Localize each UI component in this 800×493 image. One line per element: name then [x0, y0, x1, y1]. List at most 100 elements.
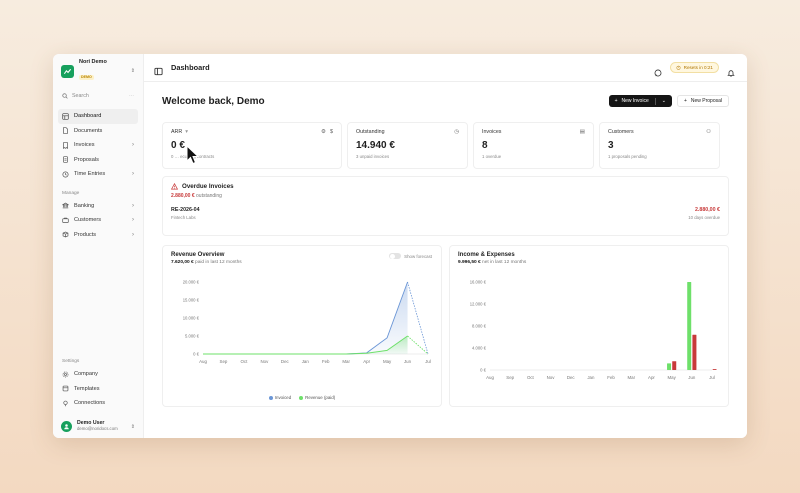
page-title: Dashboard	[171, 63, 210, 72]
x-tick-label: Jun	[688, 375, 696, 380]
invoice-customer: Fintech Labs	[171, 215, 196, 220]
reset-timer-badge: Resets in 0:21	[669, 62, 719, 73]
users-icon: ⚇	[706, 129, 711, 135]
x-tick-label: May	[383, 359, 392, 364]
new-proposal-button[interactable]: + New Proposal	[676, 95, 729, 107]
y-tick-label: 4.000 €	[472, 346, 487, 351]
stat-card-invoices[interactable]: Invoices 8 1 overdue ▤	[473, 122, 594, 169]
sidebar-item-company[interactable]: Company	[58, 367, 138, 382]
invoiced-area	[203, 282, 408, 354]
overdue-invoice-row[interactable]: RE-2026-04 Fintech Labs 2.880,00 € 10 da…	[171, 207, 720, 220]
x-tick-label: Nov	[260, 359, 269, 364]
sidebar-item-documents[interactable]: Documents	[58, 124, 138, 139]
x-tick-label: May	[667, 375, 676, 380]
invoiced-forecast-line	[407, 281, 429, 355]
proposal-icon	[62, 156, 69, 163]
sidebar-item-label: Customers	[74, 217, 102, 224]
search-input[interactable]: Search ⋯	[58, 90, 138, 102]
document-icon: ▤	[579, 129, 585, 135]
x-tick-label: Sep	[220, 359, 228, 364]
y-tick-label: 5.000 €	[185, 334, 200, 339]
stat-card-outstanding[interactable]: Outstanding 14.940 € 3 unpaid invoices ◷	[347, 122, 468, 169]
avatar	[61, 421, 72, 432]
main-nav: Dashboard Documents Invoices › Proposals…	[58, 109, 138, 242]
sidebar-toggle-icon[interactable]	[154, 63, 163, 76]
sidebar-item-invoices[interactable]: Invoices ›	[58, 138, 138, 153]
org-switcher[interactable]: Nori Demo DEMO ⇕	[58, 60, 138, 82]
template-icon	[62, 385, 69, 392]
sidebar-item-label: Company	[74, 371, 98, 378]
x-tick-label: Jul	[425, 359, 431, 364]
income-bar	[667, 363, 672, 370]
x-tick-label: Aug	[486, 375, 494, 380]
app-window: Nori Demo DEMO ⇕ Search ⋯ Dashboard Docu…	[53, 54, 747, 438]
stat-sub: 3 unpaid invoices	[356, 154, 390, 159]
stat-card-customers[interactable]: Customers 3 1 proposals pending ⚇	[599, 122, 720, 169]
chevron-right-icon: ›	[132, 217, 134, 224]
stat-label: Invoices	[482, 129, 502, 135]
sidebar-item-connections[interactable]: Connections	[58, 396, 138, 411]
forecast-label: Show forecast	[404, 253, 432, 259]
sidebar-item-label: Proposals	[74, 156, 99, 163]
chart-subtitle: 7.620,00 € paid in last 12 months	[171, 260, 242, 265]
x-tick-label: Feb	[322, 359, 330, 364]
search-shortcut: ⋯	[129, 93, 134, 99]
paid-forecast-line	[407, 335, 429, 355]
welcome-heading: Welcome back, Demo	[162, 95, 265, 107]
sidebar-item-time-entries[interactable]: Time Entries ›	[58, 167, 138, 182]
reset-timer-label: Resets in 0:21	[683, 65, 713, 70]
settings-nav: Settings Company Templates Connections	[58, 359, 138, 411]
x-tick-label: Jul	[709, 375, 715, 380]
y-tick-label: 20.000 €	[183, 280, 200, 285]
search-placeholder: Search	[72, 93, 89, 99]
sidebar-item-products[interactable]: Products ›	[58, 228, 138, 243]
forecast-switch[interactable]	[389, 253, 402, 259]
chevron-updown-icon: ⇕	[130, 68, 135, 74]
clock-icon	[62, 171, 69, 178]
x-tick-label: Dec	[281, 359, 290, 364]
expense-bar	[712, 369, 717, 370]
user-menu[interactable]: Demo User demo@noridocs.com ⇕	[58, 420, 138, 432]
overdue-title: Overdue Invoices	[171, 183, 720, 190]
y-tick-label: 8.000 €	[472, 324, 487, 329]
stat-value: 8	[482, 140, 488, 151]
expense-bar	[692, 334, 697, 370]
warning-icon	[171, 183, 178, 190]
chart-title: Income & Expenses	[458, 252, 515, 258]
overdue-total: 2.880,00 € outstanding	[171, 193, 222, 199]
new-proposal-label: New Proposal	[690, 98, 722, 104]
sidebar-item-dashboard[interactable]: Dashboard	[58, 109, 138, 124]
chat-icon[interactable]	[654, 64, 662, 76]
sidebar-item-label: Templates	[74, 385, 100, 392]
x-tick-label: Jun	[404, 359, 412, 364]
income-bar	[687, 282, 692, 370]
sidebar-item-customers[interactable]: Customers ›	[58, 213, 138, 228]
section-label-settings: Settings	[62, 359, 80, 364]
y-tick-label: 15.000 €	[183, 298, 200, 303]
new-invoice-label: New Invoice	[621, 98, 649, 104]
stat-label: ARR ▾	[171, 129, 188, 135]
sidebar-item-proposals[interactable]: Proposals	[58, 153, 138, 168]
user-email: demo@noridocs.com	[77, 426, 118, 432]
bell-icon[interactable]	[727, 64, 735, 77]
chevron-right-icon: ›	[132, 142, 134, 149]
settings-icon[interactable]: ⚙	[321, 129, 326, 135]
x-tick-label: Oct	[240, 359, 248, 364]
new-invoice-button[interactable]: + New Invoice ⌄	[608, 95, 672, 107]
stat-label: Outstanding	[356, 129, 385, 135]
chevron-right-icon: ›	[132, 202, 134, 209]
sidebar-item-banking[interactable]: Banking ›	[58, 199, 138, 214]
chevron-down-icon[interactable]: ⌄	[662, 98, 666, 104]
sidebar-item-label: Dashboard	[74, 113, 102, 120]
sidebar-item-templates[interactable]: Templates	[58, 382, 138, 397]
gear-icon	[62, 371, 69, 378]
invoice-days-overdue: 10 days overdue	[688, 215, 720, 220]
sidebar-item-label: Products	[74, 231, 97, 238]
link-icon	[62, 400, 69, 407]
forecast-toggle[interactable]: Show forecast	[389, 253, 432, 259]
legend-paid: Revenue (paid)	[299, 395, 335, 400]
dollar-icon[interactable]: $	[330, 129, 333, 135]
x-tick-label: Nov	[547, 375, 556, 380]
x-tick-label: Dec	[567, 375, 576, 380]
org-name: Nori Demo	[79, 59, 107, 66]
